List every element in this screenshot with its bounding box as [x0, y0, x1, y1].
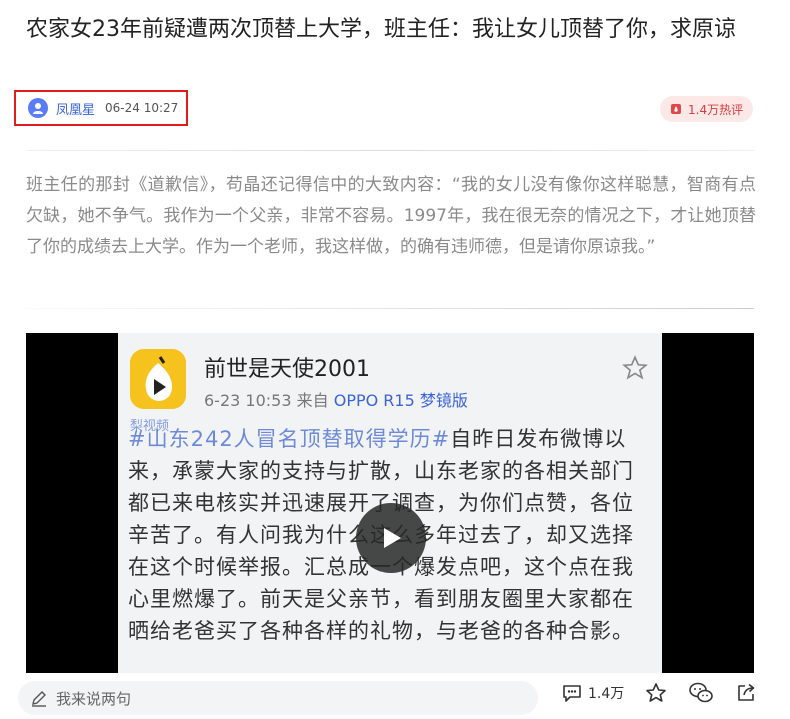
hot-comments-label: 1.4万热评 [688, 102, 744, 117]
pencil-icon [32, 691, 46, 707]
play-button[interactable] [356, 503, 426, 573]
star-icon [646, 683, 667, 702]
publish-time: 06-24 10:27 [105, 101, 179, 115]
weibo-username: 前世是天使2001 [204, 357, 370, 382]
weibo-hashtag: #山东242人冒名顶替取得学历# [128, 427, 451, 451]
article-title: 农家女23年前疑遭两次顶替上大学，班主任：我让女儿顶替了你，求原谅 [26, 17, 736, 42]
share-icon [738, 683, 755, 701]
weibo-time: 6-23 10:53 [204, 391, 292, 410]
divider [26, 308, 754, 309]
share-button[interactable] [734, 681, 758, 705]
watermark: 梨视频 [130, 419, 170, 434]
comment-count: 1.4万 [588, 686, 625, 702]
action-bar: 1.4万 [560, 681, 778, 705]
video-player[interactable]: 前世是天使2001 6-23 10:53 来自 OPPO R15 梦镜版 #山东… [26, 333, 754, 673]
divider [26, 150, 754, 151]
fire-icon [671, 104, 681, 114]
author-avatar[interactable] [28, 98, 48, 118]
play-icon [384, 528, 401, 548]
pear-logo-icon [130, 349, 186, 409]
comment-placeholder: 我来说两句 [56, 689, 132, 708]
comment-icon [563, 685, 581, 702]
comment-input[interactable]: 我来说两句 [18, 681, 538, 715]
star-icon [622, 355, 648, 380]
weibo-avatar [130, 349, 186, 409]
comments-button[interactable]: 1.4万 [560, 681, 624, 705]
author-meta: 凤凰星 06-24 10:27 [14, 90, 188, 126]
article-paragraph: 班主任的那封《道歉信》，苟晶还记得信中的大致内容：“我的女儿没有像你这样聪慧，智… [26, 175, 756, 257]
weibo-from-label: 来自 [296, 391, 329, 410]
weibo-device: OPPO R15 梦镜版 [333, 391, 468, 410]
wechat-share-button[interactable] [688, 681, 714, 705]
user-icon [33, 103, 43, 114]
author-name[interactable]: 凤凰星 [56, 99, 95, 118]
wechat-icon [689, 682, 714, 703]
weibo-meta: 6-23 10:53 来自 OPPO R15 梦镜版 [204, 387, 468, 411]
hot-comments-badge[interactable]: 1.4万热评 [660, 96, 754, 122]
favorite-button[interactable] [644, 681, 668, 705]
bottom-bar: 我来说两句 1.4万 [0, 673, 790, 719]
